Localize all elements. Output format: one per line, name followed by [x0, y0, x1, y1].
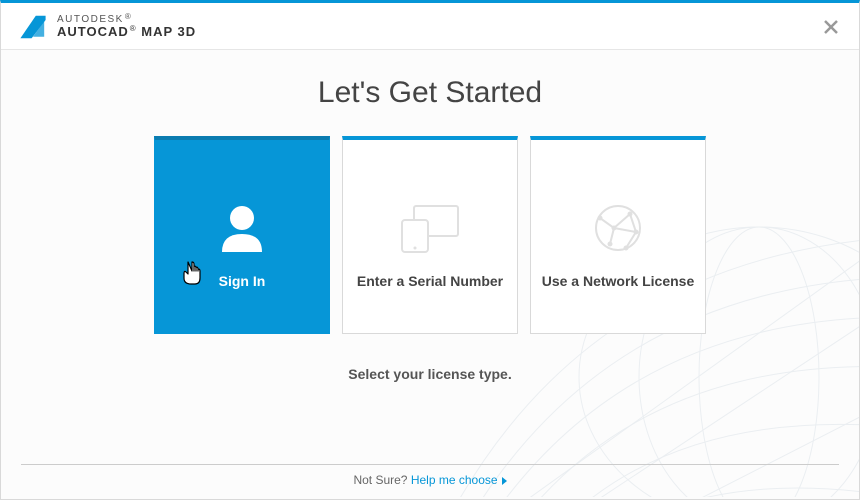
footer-prompt: Not Sure?	[353, 473, 410, 487]
close-icon	[821, 17, 841, 37]
page-title: Let's Get Started	[1, 76, 859, 110]
brand-company: AUTODESK®	[57, 15, 196, 26]
license-dialog: AUTODESK® AUTOCAD® MAP 3D	[0, 0, 860, 500]
option-label: Use a Network License	[532, 273, 705, 291]
subtitle-text: Select your license type.	[1, 366, 859, 382]
brand-company-text: AUTODESK	[57, 14, 124, 25]
devices-icon	[394, 200, 466, 256]
network-globe-icon	[590, 200, 646, 256]
autodesk-logo-icon	[19, 13, 47, 41]
dialog-content: Let's Get Started Sign In	[1, 50, 859, 497]
option-serial-number[interactable]: Enter a Serial Number	[342, 136, 518, 334]
brand-product: AUTOCAD® MAP 3D	[57, 25, 196, 39]
option-label: Enter a Serial Number	[347, 273, 513, 291]
triangle-right-icon	[502, 477, 507, 485]
dialog-header: AUTODESK® AUTOCAD® MAP 3D	[1, 3, 859, 50]
brand-product-suffix: MAP 3D	[137, 24, 197, 39]
close-button[interactable]	[821, 17, 841, 37]
brand-product-prefix: AUTOCAD	[57, 24, 129, 39]
option-sign-in[interactable]: Sign In	[154, 136, 330, 334]
user-icon	[210, 196, 274, 260]
brand-block: AUTODESK® AUTOCAD® MAP 3D	[57, 15, 196, 39]
license-options: Sign In Enter a Serial Number	[1, 136, 859, 334]
option-network-license[interactable]: Use a Network License	[530, 136, 706, 334]
option-label: Sign In	[209, 273, 276, 291]
footer: Not Sure? Help me choose	[21, 464, 839, 487]
help-me-choose-link[interactable]: Help me choose	[411, 473, 498, 487]
